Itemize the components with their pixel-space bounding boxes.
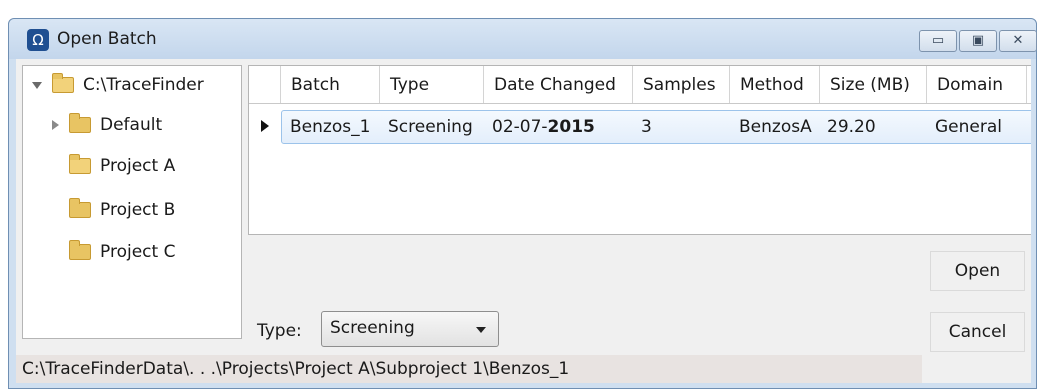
folder-icon — [69, 240, 91, 260]
tree-item-project-c[interactable]: Project C — [69, 240, 176, 262]
cancel-button[interactable]: Cancel — [930, 312, 1025, 352]
project-tree[interactable]: C:\TraceFinder Default Project A Project… — [22, 65, 242, 339]
column-header-date-changed[interactable]: Date Changed — [484, 66, 633, 103]
cell-method: BenzosA — [739, 117, 812, 137]
collapsed-arrow-icon[interactable] — [52, 120, 59, 130]
selected-batch-path: C:\TraceFinderData\. . .\Projects\Projec… — [22, 359, 570, 379]
cell-batch: Benzos_1 — [290, 117, 371, 137]
tree-item-label: Project A — [100, 156, 176, 176]
maximize-button[interactable]: ▣ — [959, 30, 997, 52]
status-bar: C:\TraceFinderData\. . .\Projects\Projec… — [16, 355, 922, 383]
dialog-body: C:\TraceFinder Default Project A Project… — [16, 59, 1031, 383]
chevron-down-icon — [476, 327, 486, 333]
column-header-size[interactable]: Size (MB) — [820, 66, 927, 103]
tree-item-project-a[interactable]: Project A — [69, 154, 176, 176]
cell-type: Screening — [388, 117, 473, 137]
expanded-arrow-icon[interactable] — [32, 81, 42, 89]
table-row[interactable]: Benzos_1 Screening 02-07-2015 3 BenzosA … — [281, 110, 1031, 144]
cell-date-changed: 02-07-2015 — [492, 117, 595, 137]
tree-item-default[interactable]: Default — [52, 113, 163, 135]
folder-open-icon — [52, 73, 74, 93]
tree-root-label: C:\TraceFinder — [83, 75, 204, 95]
close-button[interactable]: ✕ — [999, 30, 1037, 52]
open-batch-dialog: Ω Open Batch ▭ ▣ ✕ C:\TraceFinder Defaul… — [8, 18, 1037, 389]
tree-item-project-b[interactable]: Project B — [69, 198, 176, 220]
window-title: Open Batch — [57, 29, 157, 49]
column-header-domain[interactable]: Domain — [927, 66, 1027, 103]
type-dropdown[interactable]: Screening — [321, 311, 499, 347]
tree-item-label: Project C — [100, 242, 176, 262]
current-row-arrow-icon — [261, 120, 269, 132]
column-header-type[interactable]: Type — [380, 66, 484, 103]
type-label: Type: — [257, 321, 302, 341]
row-header-column — [249, 66, 281, 103]
type-dropdown-value: Screening — [330, 318, 415, 338]
date-year: 2015 — [547, 117, 595, 137]
grid-header: Batch Type Date Changed Samples Method S… — [249, 66, 1031, 104]
tree-root[interactable]: C:\TraceFinder — [32, 73, 204, 95]
tree-item-label: Project B — [100, 200, 176, 220]
folder-icon — [69, 198, 91, 218]
title-bar[interactable]: Ω Open Batch ▭ ▣ ✕ — [9, 19, 1037, 59]
cell-domain: General — [935, 117, 1002, 137]
folder-open-icon — [69, 154, 91, 174]
open-button[interactable]: Open — [930, 251, 1025, 291]
column-header-samples[interactable]: Samples — [633, 66, 730, 103]
cell-size: 29.20 — [827, 117, 876, 137]
tree-item-label: Default — [100, 115, 163, 135]
trace-finder-logo-icon: Ω — [27, 29, 49, 51]
cell-samples: 3 — [641, 117, 652, 137]
column-header-method[interactable]: Method — [730, 66, 820, 103]
date-prefix: 02-07- — [492, 117, 548, 137]
folder-icon — [69, 113, 91, 133]
minimize-button[interactable]: ▭ — [919, 30, 957, 52]
batch-grid[interactable]: Batch Type Date Changed Samples Method S… — [248, 65, 1031, 235]
column-header-batch[interactable]: Batch — [281, 66, 380, 103]
